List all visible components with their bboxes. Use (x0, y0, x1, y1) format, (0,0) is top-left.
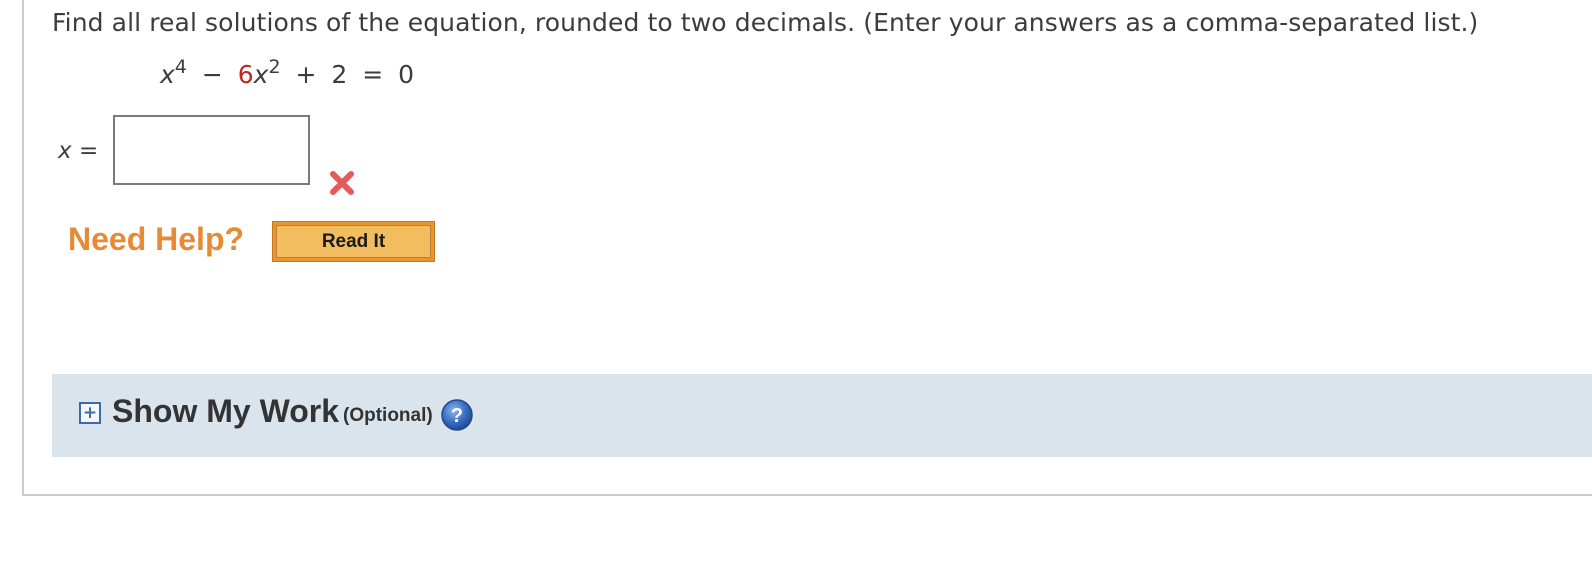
read-it-label: Read It (276, 225, 431, 258)
answer-label-var: x (58, 138, 72, 164)
answer-label: x = (58, 138, 98, 164)
equation-var: x (253, 60, 269, 89)
answer-label-equals: = (78, 138, 99, 164)
equation-coefficient: 6 (237, 60, 254, 89)
answer-input[interactable] (113, 115, 310, 185)
plus-box-icon[interactable]: + (79, 402, 101, 424)
svg-text:?: ? (451, 405, 463, 427)
equation-operator: − (201, 60, 223, 89)
read-it-button[interactable]: Read It (272, 221, 435, 262)
equation-exponent: 2 (268, 56, 281, 78)
show-my-work-title[interactable]: Show My Work (112, 393, 339, 430)
question-circle-icon[interactable]: ? (440, 398, 474, 432)
equation-operator: + (295, 60, 317, 89)
equation-equals: = (362, 60, 384, 89)
need-help-label: Need Help? (68, 221, 245, 257)
equation-constant: 2 (331, 60, 348, 89)
x-mark-icon (328, 169, 356, 197)
show-my-work-optional: (Optional) (343, 405, 433, 426)
equation-var: x (160, 60, 175, 89)
question-prompt: Find all real solutions of the equation,… (52, 8, 1479, 37)
equation-rhs: 0 (398, 60, 415, 89)
equation: x4 − 6x2 + 2 = 0 (160, 56, 415, 89)
equation-exponent: 4 (174, 56, 187, 78)
